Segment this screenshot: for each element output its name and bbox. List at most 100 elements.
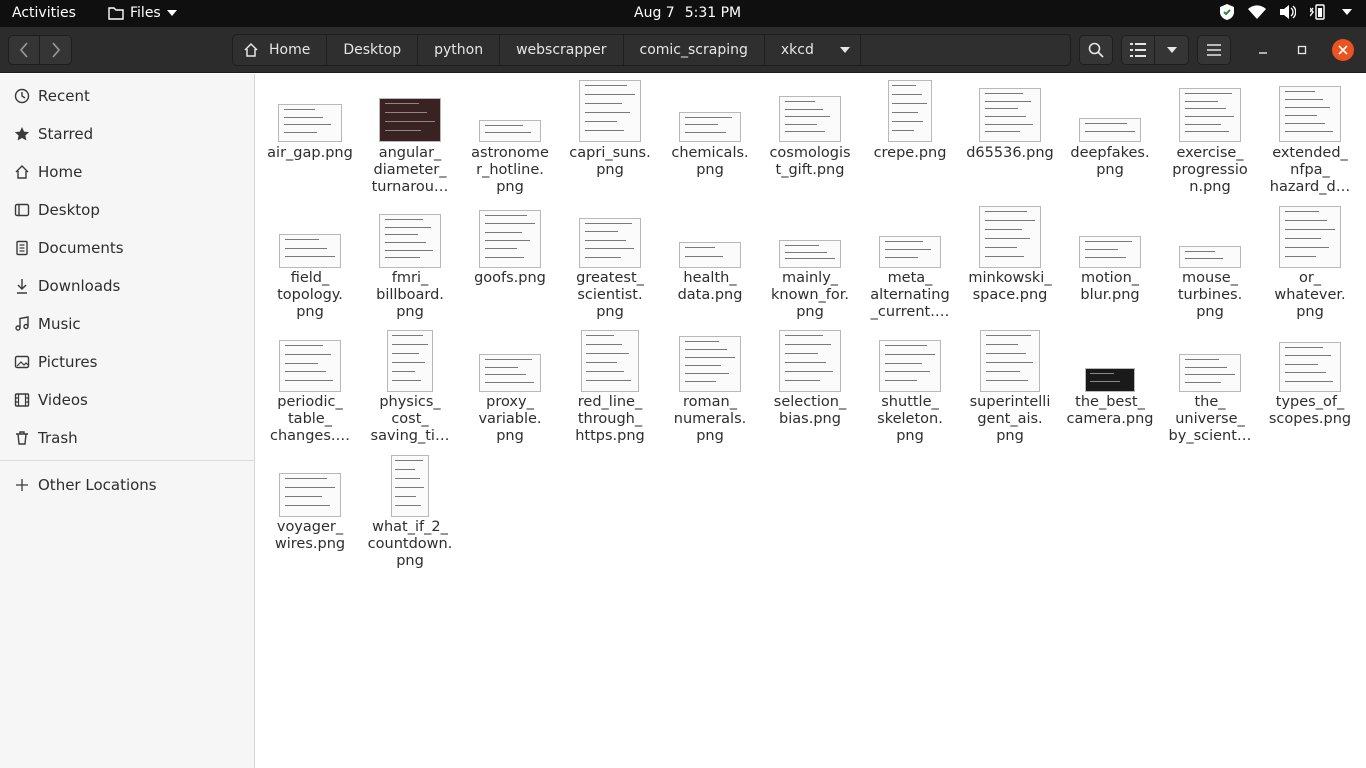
breadcrumb-comic-scraping[interactable]: comic_scraping bbox=[624, 35, 765, 65]
thumbnail-line bbox=[283, 116, 323, 118]
file-name: greatest_ scientist. png bbox=[576, 270, 644, 320]
file-thumbnail bbox=[278, 104, 342, 142]
star-icon bbox=[14, 126, 30, 142]
thumbnail-line bbox=[384, 257, 421, 259]
view-options-button[interactable] bbox=[1155, 35, 1189, 65]
thumbnail-line bbox=[985, 344, 1019, 345]
thumbnail-line bbox=[584, 94, 636, 95]
sidebar-item-documents[interactable]: Documents bbox=[0, 229, 254, 267]
file-thumbnail bbox=[879, 340, 941, 392]
sidebar-item-home[interactable]: Home bbox=[0, 153, 254, 191]
sidebar-item-desktop[interactable]: Desktop bbox=[0, 191, 254, 229]
chevron-down-icon bbox=[1166, 47, 1177, 53]
plus-icon bbox=[14, 477, 30, 493]
thumbnail-line bbox=[684, 117, 732, 118]
thumbnail-line bbox=[984, 220, 1036, 221]
sidebar-item-downloads[interactable]: Downloads bbox=[0, 267, 254, 305]
activities-button[interactable]: Activities bbox=[12, 5, 76, 21]
thumbnail-line bbox=[1284, 347, 1324, 348]
thumbnail-line bbox=[784, 371, 834, 372]
breadcrumb-home[interactable]: Home bbox=[233, 35, 328, 65]
thumbnail-line bbox=[484, 240, 530, 241]
breadcrumb-desktop[interactable]: Desktop bbox=[327, 35, 419, 65]
file-thumbnail bbox=[779, 240, 841, 268]
thumbnail-line bbox=[284, 362, 318, 364]
thumbnail-line bbox=[984, 256, 1025, 257]
file-name: or_ whatever. png bbox=[1274, 270, 1346, 320]
thumbnail-line bbox=[684, 341, 719, 342]
file-name: voyager_ wires.png bbox=[274, 519, 346, 552]
thumbnail-line bbox=[384, 249, 434, 251]
system-tray[interactable] bbox=[1220, 4, 1352, 20]
thumbnail-line bbox=[1284, 372, 1326, 374]
breadcrumb-python[interactable]: python bbox=[418, 35, 501, 65]
thumbnail-line bbox=[1284, 256, 1316, 257]
file-thumbnail bbox=[980, 330, 1040, 392]
thumbnail-line bbox=[584, 256, 621, 258]
thumbnail-line bbox=[394, 469, 416, 470]
thumbnail-line bbox=[391, 371, 415, 372]
home-icon bbox=[14, 164, 30, 180]
thumbnail-line bbox=[584, 130, 625, 131]
sidebar-separator bbox=[0, 460, 254, 461]
breadcrumb-menu-button[interactable] bbox=[830, 35, 861, 65]
thumbnail-line bbox=[1184, 366, 1227, 368]
main-menu-button[interactable] bbox=[1197, 35, 1231, 65]
thumbnail-line bbox=[584, 223, 632, 224]
thumbnail-line bbox=[784, 101, 815, 102]
minimize-button[interactable] bbox=[1251, 35, 1275, 65]
search-button[interactable] bbox=[1079, 35, 1113, 65]
thumbnail-line bbox=[394, 505, 422, 506]
sidebar-item-trash[interactable]: Trash bbox=[0, 419, 254, 457]
header-bar: Home Desktop python webscrapper comic_sc… bbox=[0, 27, 1366, 73]
file-thumbnail bbox=[679, 112, 741, 142]
breadcrumb-webscrapper[interactable]: webscrapper bbox=[500, 35, 624, 65]
thumbnail-line bbox=[484, 256, 525, 258]
chevron-left-icon bbox=[19, 42, 28, 58]
sidebar-item-recent[interactable]: Recent bbox=[0, 77, 254, 115]
thumbnail-line bbox=[1284, 247, 1330, 248]
thumbnail-line bbox=[283, 131, 318, 133]
file-name: mouse_ turbines. png bbox=[1177, 270, 1243, 320]
sidebar: Recent Starred Home Desktop Documents Do… bbox=[0, 74, 255, 768]
thumbnail-line bbox=[394, 487, 425, 488]
sidebar-item-videos[interactable]: Videos bbox=[0, 381, 254, 419]
sidebar-item-music[interactable]: Music bbox=[0, 305, 254, 343]
back-button[interactable] bbox=[8, 35, 40, 65]
app-menu[interactable]: Files bbox=[108, 5, 177, 21]
search-icon bbox=[1088, 42, 1104, 58]
thumbnail-line bbox=[684, 357, 735, 358]
clock[interactable]: Aug 7 5:31 PM bbox=[634, 5, 741, 21]
file-thumbnail bbox=[1279, 206, 1341, 268]
thumbnail-line bbox=[484, 223, 536, 225]
thumbnail-line bbox=[1284, 91, 1315, 92]
file-thumbnail bbox=[479, 354, 541, 392]
maximize-button[interactable] bbox=[1290, 35, 1314, 65]
sidebar-item-label: Home bbox=[38, 163, 83, 181]
thumbnail-line bbox=[892, 94, 922, 95]
breadcrumb-xkcd[interactable]: xkcd bbox=[765, 35, 830, 65]
close-button[interactable] bbox=[1331, 35, 1355, 65]
forward-button[interactable] bbox=[40, 35, 72, 65]
thumbnail-line bbox=[484, 132, 531, 133]
thumbnail-line bbox=[391, 353, 419, 354]
sidebar-item-pictures[interactable]: Pictures bbox=[0, 343, 254, 381]
file-name: crepe.png bbox=[873, 145, 947, 161]
thumbnail-line bbox=[1184, 116, 1234, 117]
thumbnail-line bbox=[584, 248, 634, 250]
thumbnail-line bbox=[985, 362, 1034, 363]
list-view-button[interactable] bbox=[1121, 35, 1155, 65]
thumbnail-line bbox=[1184, 123, 1221, 125]
app-name: Files bbox=[130, 5, 161, 21]
file-thumbnail bbox=[391, 455, 429, 517]
sidebar-item-starred[interactable]: Starred bbox=[0, 115, 254, 153]
sidebar-item-other-locations[interactable]: Other Locations bbox=[0, 466, 254, 504]
file-name: goofs.png bbox=[474, 270, 546, 286]
home-icon bbox=[244, 42, 258, 57]
thumbnail-line bbox=[1089, 381, 1121, 382]
thumbnail-line bbox=[584, 121, 617, 122]
file-thumbnail bbox=[779, 330, 841, 392]
thumbnail-line bbox=[1184, 374, 1235, 375]
thumbnail-line bbox=[391, 335, 423, 336]
thumbnail-line bbox=[283, 124, 332, 125]
